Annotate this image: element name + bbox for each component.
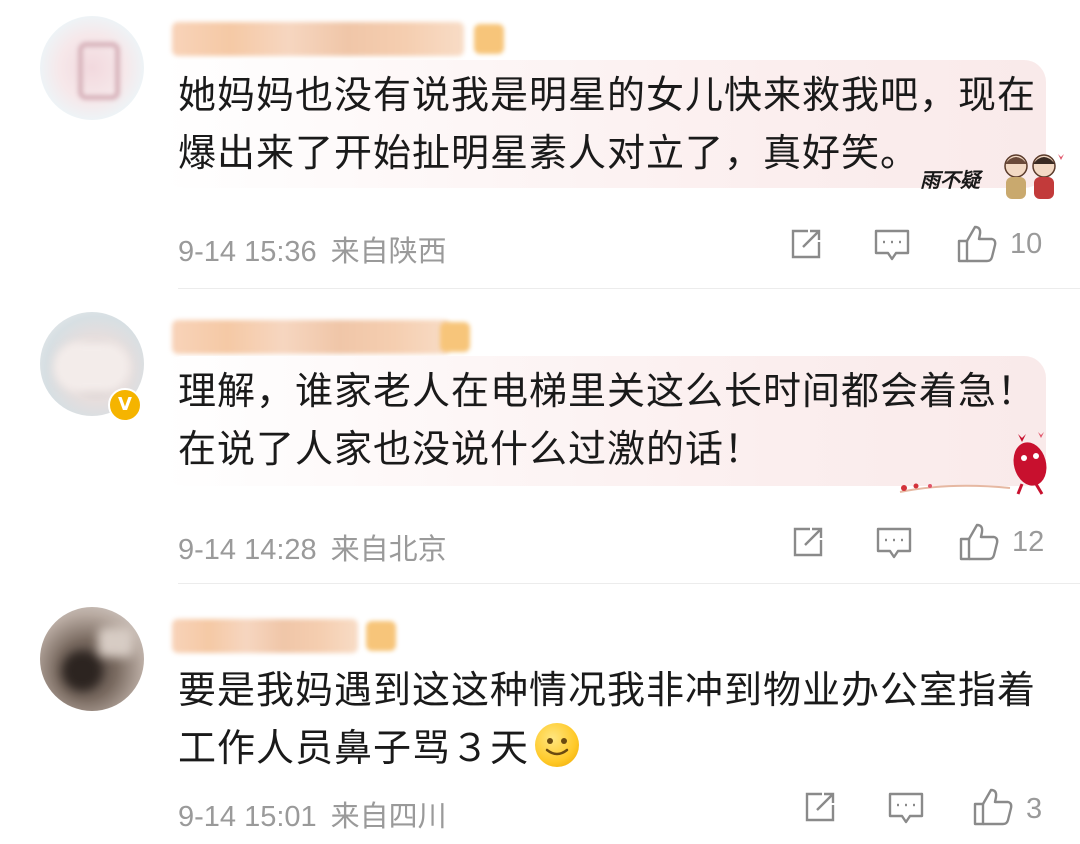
thumbs-up-icon bbox=[959, 523, 999, 561]
share-icon bbox=[805, 792, 835, 822]
member-badge-icon bbox=[366, 621, 396, 651]
verified-badge-icon: V bbox=[108, 388, 142, 422]
red-bean-decoration-icon bbox=[899, 432, 1047, 495]
thumbs-up-icon bbox=[973, 788, 1013, 826]
comment-text-line: 她妈妈也没有说我是明星的女儿快来救我吧，现在 bbox=[178, 73, 1037, 117]
comment-text: 要是我妈遇到这这种情况我非冲到物业办公室指着 工作人员鼻子骂３天 bbox=[178, 661, 1038, 777]
comment-item: 她妈妈也没有说我是明星的女儿快来救我吧，现在 爆出来了开始扯明星素人对立了，真好… bbox=[0, 0, 1080, 290]
avatar[interactable] bbox=[40, 16, 144, 120]
comment-location: 来自四川 bbox=[330, 801, 447, 833]
divider bbox=[178, 288, 1080, 289]
cartoon-couple-icon bbox=[1004, 154, 1064, 199]
comment-text-line: 爆出来了开始扯明星素人对立了，真好笑。 bbox=[178, 131, 920, 175]
reply-button[interactable] bbox=[886, 789, 926, 831]
share-button[interactable] bbox=[790, 524, 826, 564]
comment-icon bbox=[888, 792, 924, 824]
decoration-label: 雨不疑 bbox=[920, 168, 980, 192]
comment-text-line: 理解，谁家老人在电梯里关这么长时间都会着急！ bbox=[178, 369, 1037, 413]
username-blurred[interactable] bbox=[172, 619, 358, 653]
comment-meta: 9-14 14:28 来自北京 bbox=[178, 526, 447, 568]
comment-text-line: 工作人员鼻子骂３天 bbox=[178, 719, 1038, 777]
like-count: 12 bbox=[1012, 526, 1045, 558]
comment-date: 9-14 15:01 bbox=[178, 801, 317, 833]
username-blurred[interactable] bbox=[172, 22, 464, 56]
comment-text-line: 要是我妈遇到这这种情况我非冲到物业办公室指着 bbox=[178, 668, 1037, 712]
member-badge-icon bbox=[440, 322, 470, 352]
share-button[interactable] bbox=[802, 789, 838, 829]
comment-meta: 9-14 15:36 来自陕西 bbox=[178, 228, 447, 270]
bubble-decoration: 雨不疑 bbox=[920, 150, 1066, 202]
comment-location: 来自北京 bbox=[330, 534, 447, 566]
comment-icon bbox=[876, 527, 912, 559]
thumbs-up-icon bbox=[957, 225, 997, 263]
like-button[interactable] bbox=[958, 522, 1000, 566]
comment-text: 她妈妈也没有说我是明星的女儿快来救我吧，现在 爆出来了开始扯明星素人对立了，真好… bbox=[178, 66, 1038, 182]
username-blurred[interactable] bbox=[172, 320, 450, 354]
like-button[interactable] bbox=[972, 787, 1014, 831]
comment-location: 来自陕西 bbox=[330, 236, 447, 268]
like-count: 3 bbox=[1026, 793, 1043, 825]
avatar[interactable] bbox=[40, 607, 144, 711]
reply-button[interactable] bbox=[872, 226, 912, 268]
comment-date: 9-14 14:28 bbox=[178, 534, 317, 566]
comment-item: V 理解，谁家老人在电梯里关这么长时间都会着急！ 在说了人家也没说什么过激的话！… bbox=[0, 290, 1080, 585]
comment-meta: 9-14 15:01 来自四川 bbox=[178, 793, 447, 835]
comment-text-line-content: 工作人员鼻子骂３天 bbox=[178, 726, 530, 770]
like-count: 10 bbox=[1010, 228, 1043, 260]
comment-icon bbox=[874, 229, 910, 261]
share-button[interactable] bbox=[788, 226, 824, 266]
share-icon bbox=[791, 229, 821, 259]
like-button[interactable] bbox=[956, 224, 998, 268]
member-badge-icon bbox=[474, 24, 504, 54]
reply-button[interactable] bbox=[874, 524, 914, 566]
share-icon bbox=[793, 527, 823, 557]
comment-item: 要是我妈遇到这这种情况我非冲到物业办公室指着 工作人员鼻子骂３天 9-14 15… bbox=[0, 585, 1080, 844]
smile-emoji-icon bbox=[535, 723, 580, 767]
divider bbox=[178, 583, 1080, 584]
comment-date: 9-14 15:36 bbox=[178, 236, 317, 268]
